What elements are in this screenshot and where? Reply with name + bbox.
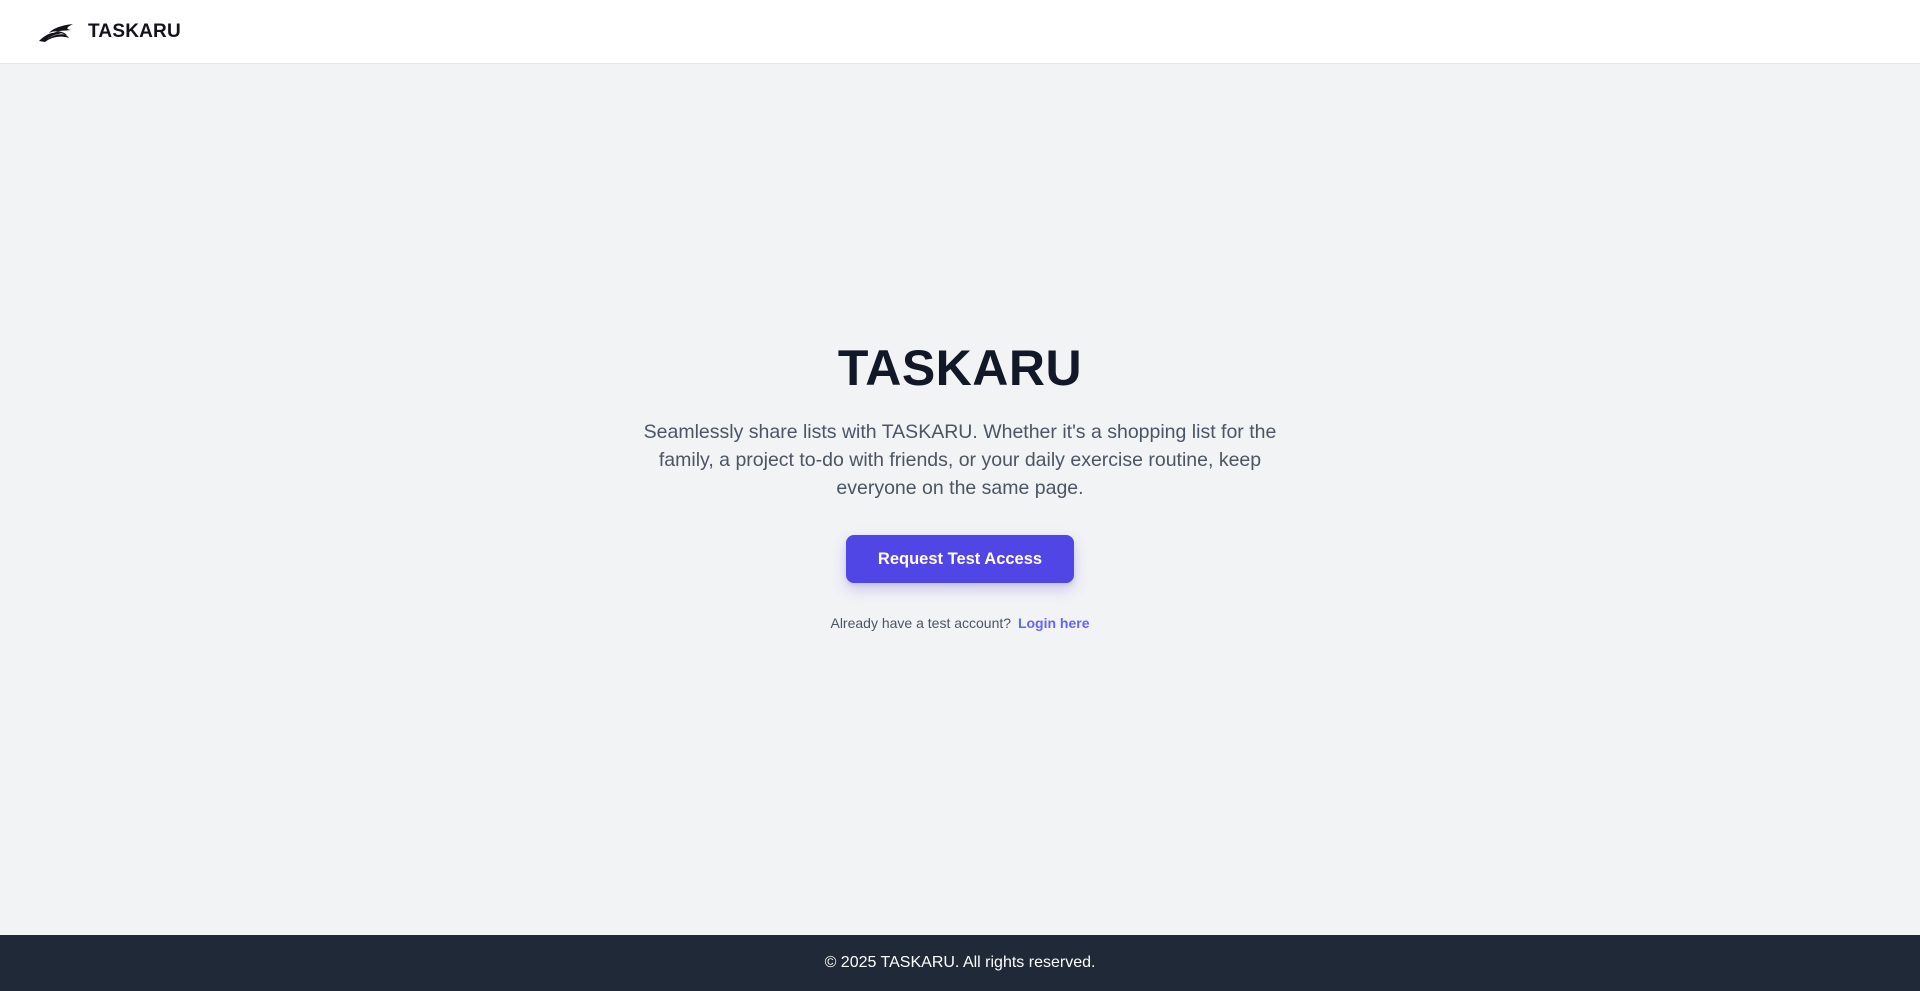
login-prompt-line: Already have a test account? Login here: [830, 615, 1089, 631]
login-prompt-text: Already have a test account?: [830, 615, 1012, 631]
hero-description: Seamlessly share lists with TASKARU. Whe…: [643, 421, 1277, 499]
hero-title: TASKARU: [837, 340, 1083, 396]
page: TASKARU TASKARU Seamlessly share lists w…: [0, 0, 1920, 991]
footer: © 2025 TASKARU. All rights reserved.: [0, 935, 1920, 991]
brand-name: TASKARU: [88, 20, 181, 42]
top-header: TASKARU: [0, 0, 1920, 64]
copyright-text: © 2025 TASKARU. All rights reserved.: [824, 954, 1096, 971]
swoosh-logo-icon: [37, 21, 75, 43]
main-content: TASKARU Seamlessly share lists with TASK…: [0, 64, 1920, 935]
brand-home-link[interactable]: TASKARU: [37, 21, 181, 43]
request-test-access-button[interactable]: Request Test Access: [846, 535, 1074, 583]
hero-section: TASKARU Seamlessly share lists with TASK…: [620, 338, 1300, 631]
login-link[interactable]: Login here: [1018, 615, 1090, 631]
